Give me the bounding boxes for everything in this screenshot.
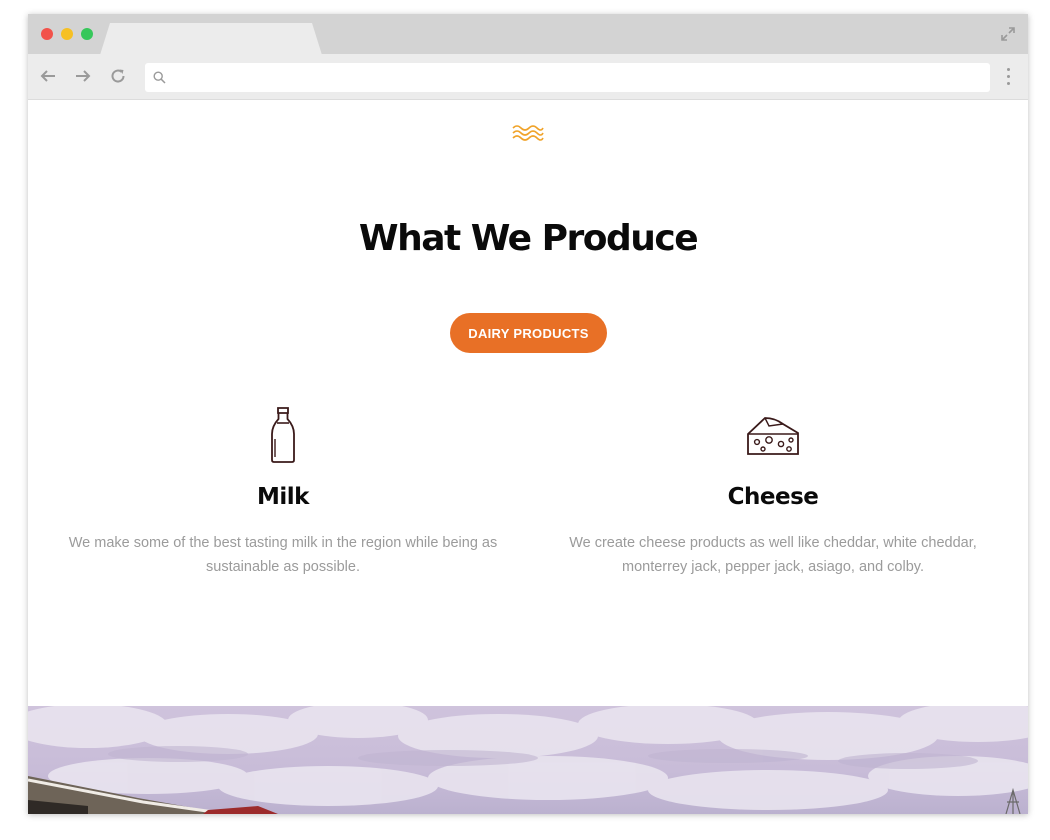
product-card-cheese: Cheese We create cheese products as well… [553, 406, 993, 579]
reload-icon[interactable] [109, 67, 127, 85]
url-input[interactable] [173, 63, 977, 94]
search-icon [153, 71, 166, 84]
browser-toolbar [28, 54, 1028, 100]
farm-sky-photo [28, 706, 1028, 814]
product-card-milk: Milk We make some of the best tasting mi… [63, 406, 503, 579]
product-title: Cheese [727, 484, 819, 510]
product-description: We create cheese products as well like c… [569, 535, 977, 575]
page-content: What We Produce DAIRY PRODUCTS Milk We m… [28, 100, 1028, 814]
address-bar[interactable] [145, 63, 990, 94]
cheese-icon [747, 417, 799, 455]
back-arrow-icon[interactable] [39, 67, 57, 85]
dairy-products-button[interactable]: DAIRY PRODUCTS [450, 313, 607, 353]
waves-icon [512, 125, 544, 141]
browser-tab[interactable] [100, 23, 322, 55]
expand-icon[interactable] [1000, 26, 1016, 42]
maximize-window-button[interactable] [81, 28, 93, 40]
product-description: We make some of the best tasting milk in… [68, 535, 498, 575]
product-title: Milk [257, 484, 309, 510]
section-title: What We Produce [358, 218, 699, 259]
close-window-button[interactable] [41, 28, 53, 40]
browser-window: What We Produce DAIRY PRODUCTS Milk We m… [28, 14, 1028, 814]
title-bar [28, 14, 1028, 55]
milk-bottle-icon [271, 407, 295, 463]
forward-arrow-icon[interactable] [74, 67, 92, 85]
minimize-window-button[interactable] [61, 28, 73, 40]
kebab-icon[interactable] [1007, 68, 1011, 86]
